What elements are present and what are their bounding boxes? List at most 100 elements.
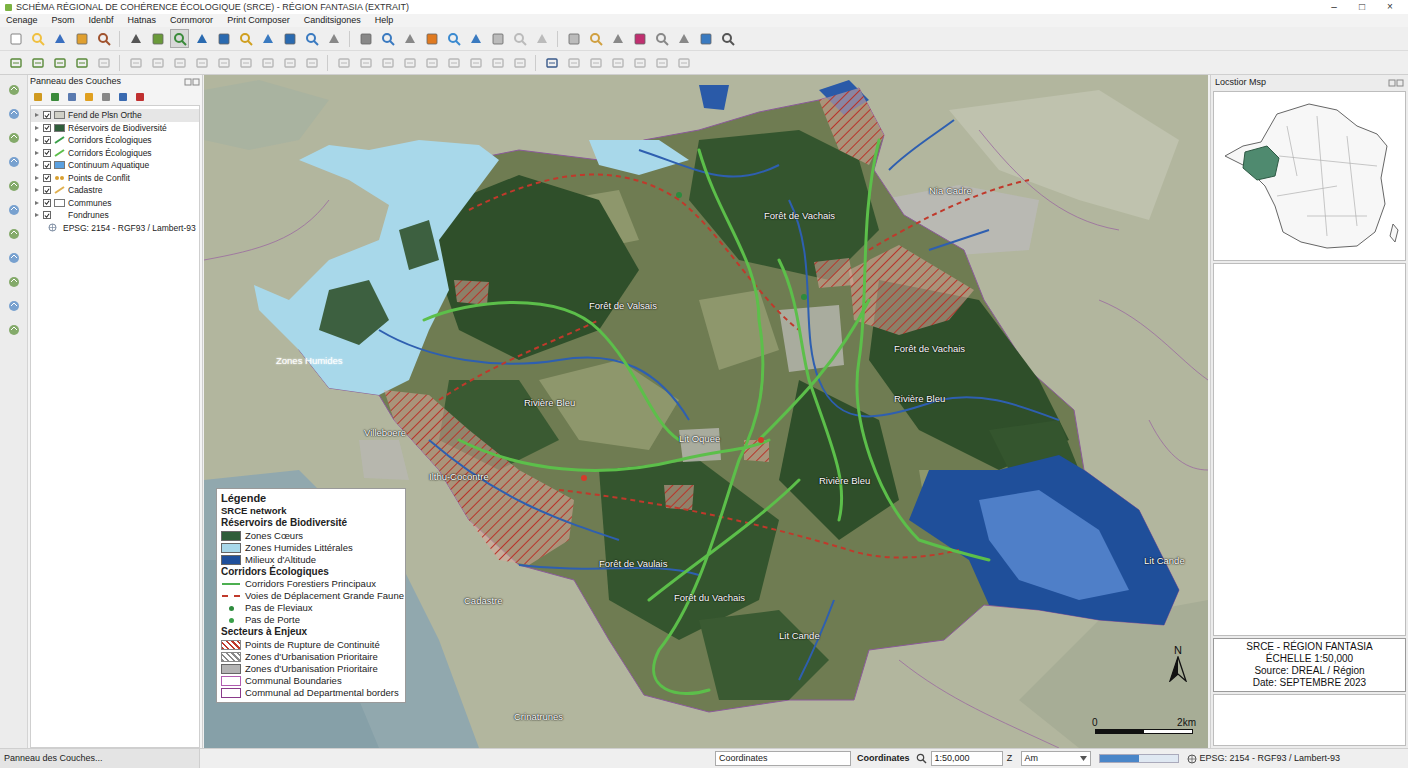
- toolbar-button[interactable]: [400, 29, 419, 48]
- toolbar-button[interactable]: [564, 29, 583, 48]
- menu-item[interactable]: Idenbf: [89, 16, 114, 25]
- toolbar-button[interactable]: [94, 29, 113, 48]
- toolbar-button[interactable]: [532, 29, 551, 48]
- toolbar-button[interactable]: [302, 53, 321, 72]
- toolbar-button[interactable]: [510, 53, 529, 72]
- toolbar-button[interactable]: [6, 53, 25, 72]
- menu-item[interactable]: Canditsigones: [304, 16, 361, 25]
- layer-row[interactable]: Cadastre: [31, 184, 199, 197]
- layer-row[interactable]: Communes: [31, 197, 199, 210]
- side-tool-button[interactable]: [5, 129, 23, 147]
- toolbar-button[interactable]: [334, 53, 353, 72]
- toolbar-button[interactable]: [630, 29, 649, 48]
- toolbar-button[interactable]: [586, 29, 605, 48]
- panel-tool-button[interactable]: [134, 91, 146, 103]
- toolbar-button[interactable]: [192, 53, 211, 72]
- toolbar-button[interactable]: [542, 53, 561, 72]
- toolbar-button[interactable]: [258, 29, 277, 48]
- panel-tool-button[interactable]: [100, 91, 112, 103]
- toolbar-button[interactable]: [466, 29, 485, 48]
- side-tool-button[interactable]: [5, 105, 23, 123]
- toolbar-button[interactable]: [674, 29, 693, 48]
- layer-row[interactable]: EPSG: 2154 - RGF93 / Lambert-93: [31, 222, 199, 235]
- toolbar-button[interactable]: [356, 53, 375, 72]
- layer-row[interactable]: Corridors Écologiques: [31, 134, 199, 147]
- side-tool-button[interactable]: [5, 81, 23, 99]
- panel-tab[interactable]: Panneau des Couches...: [0, 749, 200, 768]
- toolbar-button[interactable]: [324, 29, 343, 48]
- toolbar-button[interactable]: [280, 53, 299, 72]
- panel-tool-button[interactable]: [32, 91, 44, 103]
- layer-checkbox[interactable]: [43, 186, 51, 194]
- toolbar-button[interactable]: [28, 53, 47, 72]
- window-control-button[interactable]: □: [1348, 2, 1376, 12]
- map-canvas[interactable]: Zones HumidesForêt de VachaisForêt de Va…: [204, 75, 1208, 748]
- menu-item[interactable]: Hatnas: [128, 16, 157, 25]
- toolbar-button[interactable]: [170, 29, 189, 48]
- toolbar-button[interactable]: [652, 29, 671, 48]
- toolbar-button[interactable]: [400, 53, 419, 72]
- side-tool-button[interactable]: [5, 201, 23, 219]
- toolbar-button[interactable]: [148, 53, 167, 72]
- toolbar-button[interactable]: [378, 29, 397, 48]
- menu-item[interactable]: Cenage: [6, 16, 38, 25]
- toolbar-button[interactable]: [6, 29, 25, 48]
- toolbar-button[interactable]: [148, 29, 167, 48]
- toolbar-button[interactable]: [696, 29, 715, 48]
- toolbar-button[interactable]: [258, 53, 277, 72]
- layer-row[interactable]: Continuum Aquatique: [31, 159, 199, 172]
- toolbar-button[interactable]: [488, 53, 507, 72]
- toolbar-button[interactable]: [630, 53, 649, 72]
- toolbar-button[interactable]: [214, 53, 233, 72]
- toolbar-button[interactable]: [510, 29, 529, 48]
- layer-checkbox[interactable]: [43, 161, 51, 169]
- layer-row[interactable]: Fondrunes: [31, 209, 199, 222]
- toolbar-button[interactable]: [50, 29, 69, 48]
- side-tool-button[interactable]: [5, 273, 23, 291]
- window-control-button[interactable]: –: [1320, 2, 1348, 12]
- toolbar-button[interactable]: [50, 53, 69, 72]
- side-tool-button[interactable]: [5, 297, 23, 315]
- side-tool-button[interactable]: [5, 177, 23, 195]
- toolbar-button[interactable]: [378, 53, 397, 72]
- toolbar-button[interactable]: [488, 29, 507, 48]
- toolbar-button[interactable]: [674, 53, 693, 72]
- menu-item[interactable]: Print Composer: [227, 16, 290, 25]
- side-tool-button[interactable]: [5, 225, 23, 243]
- layer-row[interactable]: Points de Conflit: [31, 172, 199, 185]
- layer-checkbox[interactable]: [43, 136, 51, 144]
- menu-item[interactable]: Cornmoror: [170, 16, 213, 25]
- side-tool-button[interactable]: [5, 153, 23, 171]
- layer-row[interactable]: Réservoirs de Biodiversité: [31, 122, 199, 135]
- toolbar-button[interactable]: [94, 53, 113, 72]
- toolbar-button[interactable]: [608, 29, 627, 48]
- toolbar-button[interactable]: [608, 53, 627, 72]
- layer-checkbox[interactable]: [43, 211, 51, 219]
- toolbar-button[interactable]: [444, 29, 463, 48]
- toolbar-button[interactable]: [192, 29, 211, 48]
- toolbar-button[interactable]: [126, 29, 145, 48]
- layer-checkbox[interactable]: [43, 149, 51, 157]
- menu-item[interactable]: Help: [375, 16, 394, 25]
- window-control-button[interactable]: ×: [1376, 2, 1404, 12]
- toolbar-button[interactable]: [466, 53, 485, 72]
- toolbar-button[interactable]: [302, 29, 321, 48]
- toolbar-button[interactable]: [586, 53, 605, 72]
- layer-checkbox[interactable]: [43, 199, 51, 207]
- toolbar-button[interactable]: [718, 29, 737, 48]
- scale-lock-button[interactable]: Z: [1005, 752, 1015, 766]
- magnifier-field[interactable]: Am: [1021, 751, 1091, 766]
- toolbar-button[interactable]: [28, 29, 47, 48]
- crs-label[interactable]: EPSG: 2154 - RGF93 / Lambert-93: [1200, 752, 1341, 766]
- coordinates-field[interactable]: Coordinates: [715, 751, 851, 766]
- scale-field[interactable]: 1:50,000: [931, 751, 1003, 766]
- toolbar-button[interactable]: [564, 53, 583, 72]
- toolbar-button[interactable]: [422, 29, 441, 48]
- toolbar-button[interactable]: [422, 53, 441, 72]
- toolbar-button[interactable]: [72, 29, 91, 48]
- panel-tool-button[interactable]: [117, 91, 129, 103]
- layer-checkbox[interactable]: [43, 111, 51, 119]
- side-tool-button[interactable]: [5, 321, 23, 339]
- layer-checkbox[interactable]: [43, 174, 51, 182]
- toolbar-button[interactable]: [236, 53, 255, 72]
